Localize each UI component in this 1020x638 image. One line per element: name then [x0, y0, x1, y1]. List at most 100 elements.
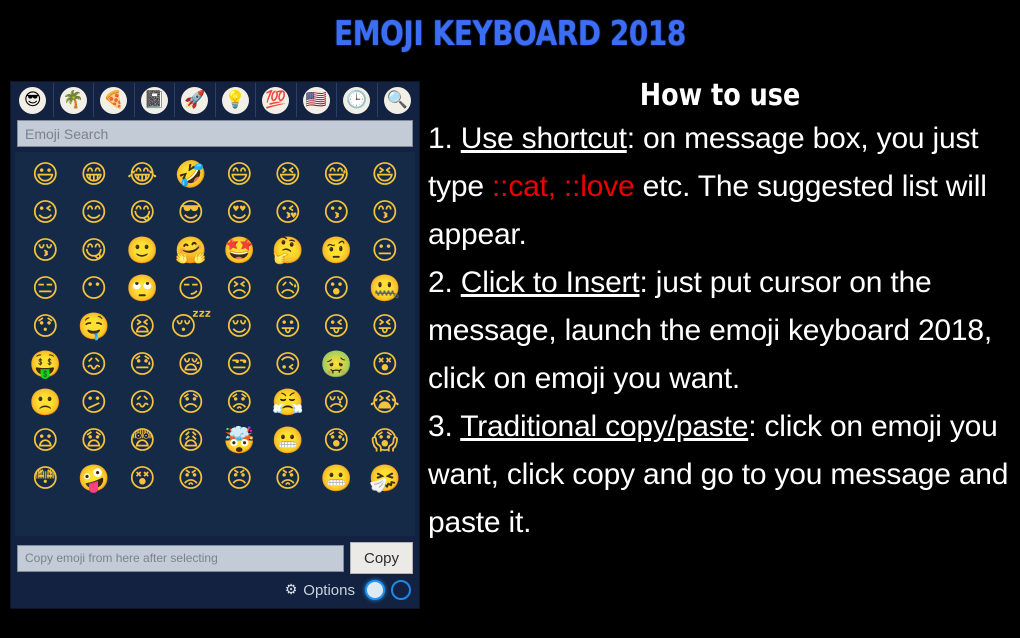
emoji-cell[interactable]: 😳 — [21, 460, 70, 498]
symbols-tab[interactable]: 💯 — [256, 83, 297, 117]
theme-toggle-light[interactable] — [365, 580, 385, 600]
options-label[interactable]: Options — [303, 582, 355, 599]
emoji-cell[interactable]: 😝 — [361, 308, 410, 346]
emoji-cell[interactable]: 😃 — [21, 156, 70, 194]
emoji-cell[interactable]: 🤐 — [361, 270, 410, 308]
emoji-cell[interactable]: 😆 — [361, 156, 410, 194]
emoji-cell[interactable]: 🤗 — [167, 232, 216, 270]
lightbulb-icon: 💡 — [221, 86, 249, 114]
emoji-cell[interactable]: 😬 — [312, 460, 361, 498]
recent-tab[interactable]: 🕒 — [337, 83, 378, 117]
emoji-cell[interactable]: 😰 — [312, 422, 361, 460]
step-number: 2. — [428, 266, 461, 299]
emoji-cell[interactable]: 😧 — [70, 422, 119, 460]
emoji-cell[interactable]: 😥 — [264, 270, 313, 308]
emoji-cell[interactable]: 🤤 — [70, 308, 119, 346]
travel-tab[interactable]: 🚀 — [175, 83, 216, 117]
emoji-cell[interactable]: 😭 — [361, 384, 410, 422]
emoji-cell[interactable]: 😒 — [215, 346, 264, 384]
copy-button[interactable]: Copy — [350, 542, 413, 574]
emoji-cell[interactable]: 😛 — [264, 308, 313, 346]
emoji-cell[interactable]: 🤨 — [312, 232, 361, 270]
emoji-cell[interactable]: 😋 — [70, 232, 119, 270]
emoji-cell[interactable]: 🙃 — [264, 346, 313, 384]
howto-step: 3. Traditional copy/paste: click on emoj… — [428, 403, 1012, 547]
emoji-cell[interactable]: 😯 — [21, 308, 70, 346]
emoji-cell[interactable]: 😖 — [118, 384, 167, 422]
objects-tab[interactable]: 💡 — [216, 83, 256, 117]
flags-tab[interactable]: 🇺🇸 — [297, 83, 337, 117]
emoji-cell[interactable]: 😣 — [215, 270, 264, 308]
emoji-cell[interactable]: 😦 — [21, 422, 70, 460]
emoji-cell[interactable]: 🤧 — [361, 460, 410, 498]
emoji-cell[interactable]: 😗 — [312, 194, 361, 232]
emoji-cell[interactable]: 😬 — [264, 422, 313, 460]
emoji-cell[interactable]: 😁 — [70, 156, 119, 194]
emoji-cell[interactable]: 😪 — [167, 346, 216, 384]
emoji-cell[interactable]: 😴 — [167, 308, 216, 346]
emoji-cell[interactable]: 🙂 — [118, 232, 167, 270]
emoji-cell[interactable]: 😓 — [118, 346, 167, 384]
emoji-cell[interactable]: 😠 — [215, 460, 264, 498]
sunglasses-smiley-icon: 😎 — [19, 86, 47, 114]
emoji-cell[interactable]: 🤯 — [215, 422, 264, 460]
emoji-cell[interactable]: 🙄 — [118, 270, 167, 308]
emoji-cell[interactable]: 😫 — [118, 308, 167, 346]
howto-heading: How to use — [639, 78, 801, 113]
emoji-cell[interactable]: 😞 — [167, 384, 216, 422]
emoji-cell[interactable]: 🤔 — [264, 232, 313, 270]
nature-tab[interactable]: 🌴 — [54, 83, 94, 117]
emoji-cell[interactable]: 😑 — [21, 270, 70, 308]
emoji-cell[interactable]: 😕 — [70, 384, 119, 422]
copy-output-field[interactable] — [17, 544, 344, 572]
emoji-cell[interactable]: 😢 — [312, 384, 361, 422]
emoji-cell[interactable]: 😮 — [312, 270, 361, 308]
emoji-cell[interactable]: 😉 — [21, 194, 70, 232]
emoji-cell[interactable]: 😆 — [264, 156, 313, 194]
emoji-cell[interactable]: 😜 — [312, 308, 361, 346]
emoji-cell[interactable]: 😖 — [70, 346, 119, 384]
search-tab[interactable]: 🔍 — [378, 83, 418, 117]
emoji-cell[interactable]: 😶 — [70, 270, 119, 308]
emoji-cell[interactable]: 🙁 — [21, 384, 70, 422]
flag-icon: 🇺🇸 — [302, 86, 330, 114]
emoji-cell[interactable]: 🤩 — [215, 232, 264, 270]
howto-step: 2. Click to Insert: just put cursor on t… — [428, 259, 1012, 403]
emoji-cell[interactable]: 😤 — [264, 384, 313, 422]
emoji-grid-scroll-area[interactable]: 😃 😁 😂 🤣 😄 😆 😅 😆 😉 😊 😋 😎 😍 😘 😗 😙 😚 😋 🙂 🤗 🤩 🤔 🤨 😐 😑 😶 🙄 😏 😣 😥 😮 🤐 😯 🤤 😫 😴 😌 😛 😜 😝… — [15, 152, 415, 536]
emoji-cell[interactable]: 😵 — [361, 346, 410, 384]
gear-icon[interactable]: ⚙ — [285, 583, 298, 597]
emoji-cell[interactable]: 😂 — [118, 156, 167, 194]
activity-tab[interactable]: 📓 — [135, 83, 175, 117]
emoji-cell[interactable]: 😘 — [264, 194, 313, 232]
emoji-cell[interactable]: 😎 — [167, 194, 216, 232]
emoji-cell[interactable]: 😍 — [215, 194, 264, 232]
emoji-cell[interactable]: 😊 — [70, 194, 119, 232]
theme-toggle-dark[interactable] — [391, 580, 411, 600]
emoji-cell[interactable]: 😡 — [264, 460, 313, 498]
emoji-cell[interactable]: 😡 — [167, 460, 216, 498]
hundred-points-icon: 💯 — [262, 86, 290, 114]
smileys-tab[interactable]: 😎 — [13, 83, 54, 117]
emoji-cell[interactable]: 😄 — [215, 156, 264, 194]
step-number: 3. — [428, 410, 461, 443]
emoji-cell[interactable]: 😌 — [215, 308, 264, 346]
emoji-cell[interactable]: 😨 — [118, 422, 167, 460]
food-tab[interactable]: 🍕 — [94, 83, 135, 117]
emoji-cell[interactable]: 😙 — [361, 194, 410, 232]
emoji-cell[interactable]: 😩 — [167, 422, 216, 460]
emoji-cell[interactable]: 😋 — [118, 194, 167, 232]
emoji-cell[interactable]: 😟 — [215, 384, 264, 422]
search-input[interactable] — [17, 120, 413, 147]
emoji-cell[interactable]: 🤪 — [70, 460, 119, 498]
howto-step: 1. Use shortcut: on message box, you jus… — [428, 115, 1012, 259]
emoji-cell[interactable]: 😐 — [361, 232, 410, 270]
emoji-cell[interactable]: 😏 — [167, 270, 216, 308]
emoji-cell[interactable]: 🤑 — [21, 346, 70, 384]
emoji-cell[interactable]: 🤣 — [167, 156, 216, 194]
emoji-cell[interactable]: 😅 — [312, 156, 361, 194]
emoji-cell[interactable]: 😚 — [21, 232, 70, 270]
emoji-cell[interactable]: 🤢 — [312, 346, 361, 384]
emoji-cell[interactable]: 😱 — [361, 422, 410, 460]
emoji-cell[interactable]: 😵 — [118, 460, 167, 498]
